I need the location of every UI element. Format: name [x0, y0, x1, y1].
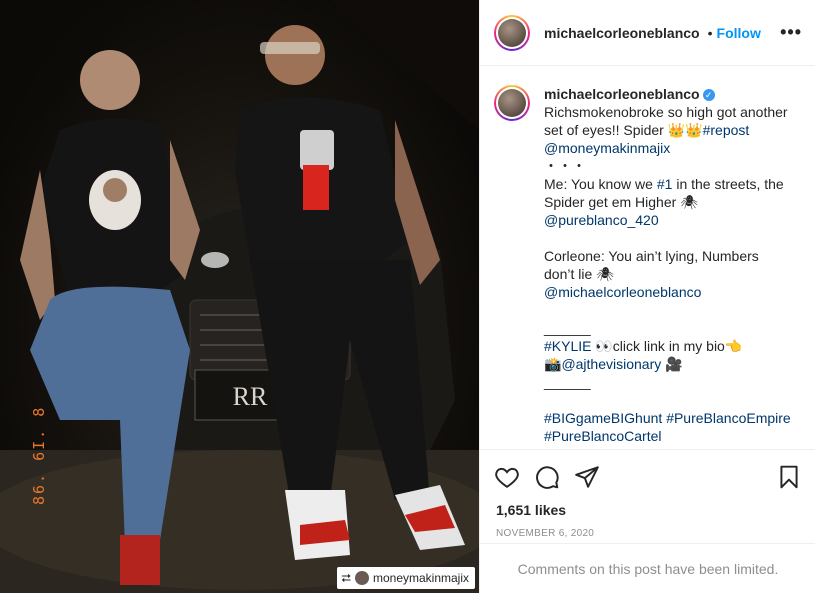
- caption-line: Richsmokenobroke so high got another: [544, 104, 788, 120]
- caption-scroll-area[interactable]: michaelcorleoneblanco ✓ Richsmokenobroke …: [480, 67, 815, 449]
- author-avatar-image: [498, 18, 526, 47]
- caption-line: Me: You know we #1 in the streets, the: [544, 176, 784, 192]
- post-photo-illustration: RR: [0, 0, 479, 593]
- hashtag-link[interactable]: #PureBlancoCartel: [544, 427, 798, 445]
- repost-icon: ⮂: [341, 570, 351, 585]
- bookmark-icon[interactable]: [776, 464, 802, 490]
- follow-button[interactable]: Follow: [717, 25, 761, 41]
- hashtag-link[interactable]: #repost: [703, 122, 750, 138]
- caption-line: #KYLIE 👀click link in my bio👈: [544, 338, 743, 354]
- heart-icon[interactable]: [494, 464, 520, 490]
- mention-link[interactable]: @michaelcorleoneblanco: [544, 283, 798, 301]
- caption-row: michaelcorleoneblanco ✓ Richsmokenobroke …: [480, 67, 815, 445]
- svg-text:RR: RR: [233, 382, 268, 411]
- post-photo[interactable]: RR 86. 6I. 8 ⮂ moneymakinmajix: [0, 0, 479, 593]
- caption-avatar-image: [498, 89, 526, 117]
- likes-count[interactable]: 1,651 likes: [480, 490, 815, 518]
- post-actions: 1,651 likes NOVEMBER 6, 2020: [480, 449, 815, 539]
- repost-credit-label: moneymakinmajix: [372, 571, 469, 585]
- repost-credit-tag[interactable]: ⮂ moneymakinmajix: [337, 567, 475, 589]
- verified-badge-icon: ✓: [702, 89, 715, 102]
- hashtag-link[interactable]: #KYLIE: [544, 338, 591, 354]
- hashtag-link[interactable]: #1: [657, 176, 673, 192]
- caption-line: don’t lie 🕷: [544, 266, 614, 282]
- caption-line: #BIGgameBIGhunt #PureBlancoEmpire: [544, 409, 798, 427]
- mention-link[interactable]: @ajthevisionary: [561, 356, 661, 372]
- share-icon[interactable]: [574, 464, 600, 490]
- caption-line: ______: [544, 320, 591, 336]
- caption-username[interactable]: michaelcorleoneblanco: [544, 86, 700, 102]
- post-header: michaelcorleoneblanco • Follow •••: [480, 0, 815, 66]
- hashtag-link[interactable]: #PureBlancoEmpire: [666, 410, 791, 426]
- author-avatar[interactable]: [494, 14, 530, 51]
- mention-link[interactable]: @moneymakinmajix: [544, 139, 798, 157]
- caption-text: michaelcorleoneblanco ✓ Richsmokenobroke …: [544, 85, 798, 445]
- caption-avatar[interactable]: [494, 85, 530, 121]
- caption-line: Spider get em Higher 🕷: [544, 194, 698, 210]
- author-username[interactable]: michaelcorleoneblanco: [544, 25, 700, 41]
- caption-line: set of eyes!! Spider 👑👑#repost: [544, 122, 750, 138]
- repost-avatar: [354, 571, 369, 585]
- hashtag-link[interactable]: #BIGgameBIGhunt: [544, 410, 662, 426]
- comment-icon[interactable]: [534, 464, 560, 490]
- comments-limited-notice: Comments on this post have been limited.: [480, 543, 815, 594]
- mention-link[interactable]: @pureblanco_420: [544, 211, 798, 229]
- post-side-panel: michaelcorleoneblanco • Follow ••• micha…: [479, 0, 815, 593]
- caption-line: Corleone: You ain’t lying, Numbers: [544, 248, 759, 264]
- action-icons-row: [480, 450, 815, 490]
- caption-line: ・・・: [544, 158, 586, 174]
- post-date: NOVEMBER 6, 2020: [496, 528, 595, 539]
- photo-date-stamp: 86. 6I. 8: [30, 405, 48, 505]
- more-options-icon[interactable]: •••: [780, 22, 802, 43]
- caption-line: ______: [544, 374, 591, 390]
- caption-line: 📸@ajthevisionary 🎥: [544, 356, 683, 372]
- separator-dot: •: [707, 24, 713, 41]
